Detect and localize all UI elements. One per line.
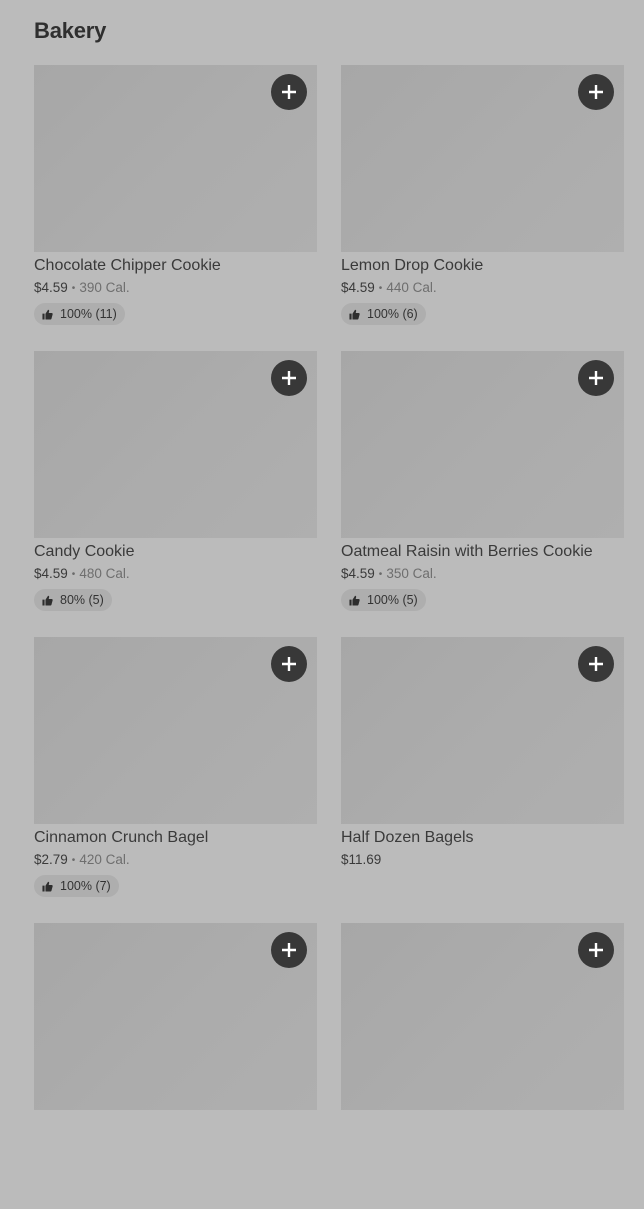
item-calories: 420 Cal. bbox=[79, 852, 130, 867]
plus-icon bbox=[589, 943, 603, 957]
thumbs-up-icon bbox=[42, 595, 53, 606]
item-name: Chocolate Chipper Cookie bbox=[34, 257, 221, 274]
item-calories: 480 Cal. bbox=[79, 566, 130, 581]
item-name: Candy Cookie bbox=[34, 543, 135, 560]
add-to-cart-button[interactable] bbox=[578, 646, 614, 682]
item-calories: 350 Cal. bbox=[386, 566, 437, 581]
item-meta: $11.69 bbox=[341, 851, 624, 869]
plus-icon bbox=[589, 371, 603, 385]
item-calories: 390 Cal. bbox=[79, 280, 130, 295]
add-to-cart-button[interactable] bbox=[578, 74, 614, 110]
item-image bbox=[34, 637, 317, 824]
item-price: $4.59 bbox=[341, 280, 375, 295]
rating-text: 100% (6) bbox=[367, 307, 418, 321]
item-image bbox=[341, 351, 624, 538]
item-image bbox=[34, 351, 317, 538]
plus-icon bbox=[589, 657, 603, 671]
item-meta: $4.59 • 390 Cal. bbox=[34, 279, 317, 298]
section-title: Bakery bbox=[34, 18, 107, 43]
menu-item-card[interactable]: Cinnamon Crunch Bagel $2.79 • 420 Cal. 100… bbox=[34, 637, 317, 923]
plus-icon bbox=[282, 371, 296, 385]
rating-badge: 80% (5) bbox=[34, 589, 112, 611]
item-image bbox=[34, 923, 317, 1110]
menu-item-card[interactable] bbox=[34, 923, 317, 1209]
item-name: Lemon Drop Cookie bbox=[341, 257, 484, 274]
thumbs-up-icon bbox=[42, 881, 53, 892]
item-price: $4.59 bbox=[341, 566, 375, 581]
item-price: $2.79 bbox=[34, 852, 68, 867]
item-image bbox=[34, 65, 317, 252]
plus-icon bbox=[282, 943, 296, 957]
separator-dot: • bbox=[71, 283, 76, 294]
item-price: $4.59 bbox=[34, 566, 68, 581]
item-meta: $4.59 • 440 Cal. bbox=[341, 279, 624, 298]
thumbs-up-icon bbox=[42, 309, 53, 320]
rating-text: 100% (11) bbox=[60, 307, 117, 321]
item-price: $11.69 bbox=[341, 852, 382, 867]
item-meta: $2.79 • 420 Cal. bbox=[34, 851, 317, 870]
plus-icon bbox=[282, 85, 296, 99]
rating-text: 80% (5) bbox=[60, 593, 104, 607]
item-image bbox=[341, 923, 624, 1110]
item-name: Oatmeal Raisin with Berries Cookie bbox=[341, 543, 593, 560]
plus-icon bbox=[282, 657, 296, 671]
add-to-cart-button[interactable] bbox=[578, 360, 614, 396]
separator-dot: • bbox=[378, 283, 383, 294]
rating-badge: 100% (7) bbox=[34, 875, 119, 897]
rating-text: 100% (7) bbox=[60, 879, 111, 893]
rating-text: 100% (5) bbox=[367, 593, 418, 607]
menu-item-card[interactable]: Half Dozen Bagels $11.69 bbox=[341, 637, 624, 923]
rating-badge: 100% (5) bbox=[341, 589, 426, 611]
menu-grid: Chocolate Chipper Cookie $4.59 • 390 Cal. … bbox=[34, 65, 624, 1209]
item-image bbox=[341, 65, 624, 252]
rating-badge: 100% (6) bbox=[341, 303, 426, 325]
item-name: Cinnamon Crunch Bagel bbox=[34, 829, 209, 846]
thumbs-up-icon bbox=[349, 309, 360, 320]
separator-dot: • bbox=[71, 855, 76, 866]
menu-item-card[interactable] bbox=[341, 923, 624, 1209]
separator-dot: • bbox=[378, 569, 383, 580]
item-meta: $4.59 • 480 Cal. bbox=[34, 565, 317, 584]
item-calories: 440 Cal. bbox=[386, 280, 437, 295]
item-price: $4.59 bbox=[34, 280, 68, 295]
add-to-cart-button[interactable] bbox=[271, 932, 307, 968]
add-to-cart-button[interactable] bbox=[271, 360, 307, 396]
plus-icon bbox=[589, 85, 603, 99]
item-name: Half Dozen Bagels bbox=[341, 829, 474, 846]
add-to-cart-button[interactable] bbox=[271, 646, 307, 682]
menu-item-card[interactable]: Lemon Drop Cookie $4.59 • 440 Cal. 100% (6… bbox=[341, 65, 624, 351]
menu-item-card[interactable]: Candy Cookie $4.59 • 480 Cal. 80% (5) bbox=[34, 351, 317, 637]
menu-item-card[interactable]: Oatmeal Raisin with Berries Cookie $4.59… bbox=[341, 351, 624, 637]
item-image bbox=[341, 637, 624, 824]
rating-badge: 100% (11) bbox=[34, 303, 125, 325]
thumbs-up-icon bbox=[349, 595, 360, 606]
add-to-cart-button[interactable] bbox=[271, 74, 307, 110]
add-to-cart-button[interactable] bbox=[578, 932, 614, 968]
separator-dot: • bbox=[71, 569, 76, 580]
menu-item-card[interactable]: Chocolate Chipper Cookie $4.59 • 390 Cal. … bbox=[34, 65, 317, 351]
item-meta: $4.59 • 350 Cal. bbox=[341, 565, 624, 584]
